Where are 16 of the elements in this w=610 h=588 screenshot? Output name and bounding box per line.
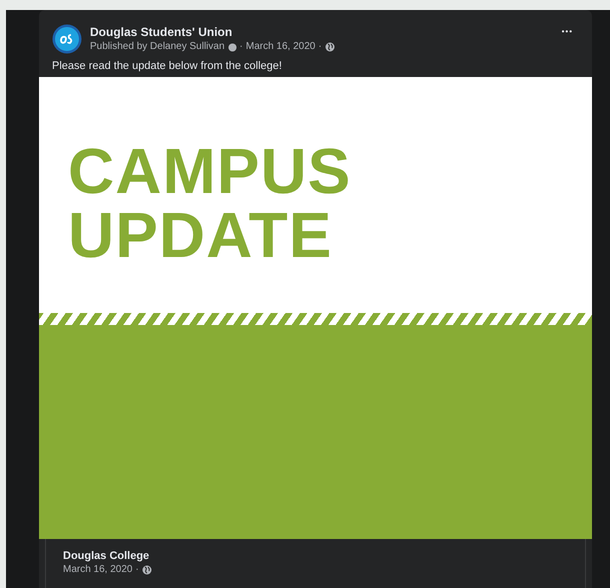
separator-dot: · — [318, 40, 322, 54]
info-icon — [228, 42, 237, 52]
headline-text: CAMPUS — [68, 139, 352, 203]
more-options-button[interactable]: ••• — [556, 26, 579, 38]
shared-post-date[interactable]: March 16, 2020 — [63, 563, 132, 576]
separator-dot: · — [240, 40, 243, 54]
separator-dot: · — [136, 563, 139, 576]
headline-text: UPDATE — [68, 203, 334, 267]
page-name[interactable]: Douglas Students' Union — [90, 24, 335, 40]
globe-icon — [142, 564, 152, 574]
post-date[interactable]: March 16, 2020 — [246, 40, 316, 54]
shared-page-name[interactable]: Douglas College — [63, 549, 568, 563]
publisher-text: Published by Delaney Sullivan — [90, 40, 225, 54]
post-message: Please read the update below from the college! — [51, 59, 283, 74]
globe-icon — [324, 42, 335, 52]
avatar-logo-icon — [52, 24, 82, 54]
